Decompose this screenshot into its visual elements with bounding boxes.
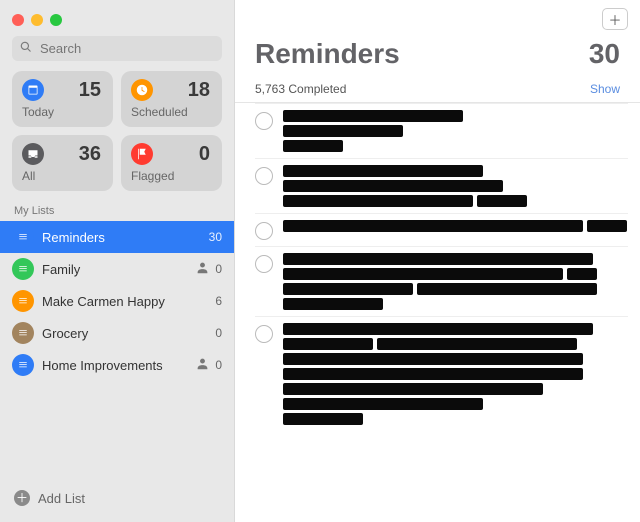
list-count: 30 <box>209 230 222 244</box>
list-count: 0 <box>215 358 222 372</box>
reminder-item[interactable] <box>255 246 628 316</box>
list-row-family[interactable]: Family 0 <box>0 253 234 285</box>
list-icon <box>12 322 34 344</box>
reminder-item[interactable] <box>255 316 628 431</box>
reminder-checkbox[interactable] <box>255 255 273 273</box>
list-name: Home Improvements <box>42 358 188 373</box>
window-controls <box>0 8 234 36</box>
show-completed-button[interactable]: Show <box>590 82 620 96</box>
sidebar-lists: Reminders 30 Family 0 Make Carmen Happy … <box>0 221 234 482</box>
completed-count-label: 5,763 Completed <box>255 82 346 96</box>
list-title: Reminders <box>255 38 400 70</box>
reminder-checkbox[interactable] <box>255 112 273 130</box>
minimize-window-button[interactable] <box>31 14 43 26</box>
smart-all[interactable]: 36 All <box>12 135 113 191</box>
close-window-button[interactable] <box>12 14 24 26</box>
shared-icon <box>196 357 209 373</box>
app-window: 15 Today 18 Scheduled 36 All <box>0 0 640 522</box>
list-name: Reminders <box>42 230 201 245</box>
smart-today[interactable]: 15 Today <box>12 71 113 127</box>
list-row-reminders[interactable]: Reminders 30 <box>0 221 234 253</box>
list-icon <box>12 258 34 280</box>
smart-scheduled-label: Scheduled <box>131 105 212 119</box>
sidebar-section-title: My Lists <box>0 201 234 221</box>
reminder-items <box>235 103 640 522</box>
search-icon <box>20 41 38 56</box>
plus-icon: ＋ <box>14 490 30 506</box>
list-row-make-carmen-happy[interactable]: Make Carmen Happy 6 <box>0 285 234 317</box>
list-name: Grocery <box>42 326 207 341</box>
reminder-content-redacted <box>283 110 628 152</box>
reminder-checkbox[interactable] <box>255 222 273 240</box>
shared-icon <box>196 261 209 277</box>
plus-icon: ＋ <box>608 10 621 29</box>
search-field[interactable] <box>12 36 222 61</box>
toolbar: ＋ <box>235 0 640 34</box>
smart-all-count: 36 <box>79 143 101 166</box>
reminder-item[interactable] <box>255 158 628 213</box>
smart-scheduled-count: 18 <box>188 79 210 102</box>
tray-icon <box>22 143 44 165</box>
zoom-window-button[interactable] <box>50 14 62 26</box>
reminder-item[interactable] <box>255 103 628 158</box>
list-icon <box>12 290 34 312</box>
reminder-content-redacted <box>283 323 628 425</box>
list-row-grocery[interactable]: Grocery 0 <box>0 317 234 349</box>
smart-lists: 15 Today 18 Scheduled 36 All <box>0 71 234 201</box>
smart-all-label: All <box>22 169 103 183</box>
add-list-label: Add List <box>38 491 85 506</box>
reminder-content-redacted <box>283 165 628 207</box>
clock-icon <box>131 79 153 101</box>
add-list-button[interactable]: ＋ Add List <box>0 482 234 514</box>
list-count: 0 <box>215 262 222 276</box>
add-reminder-button[interactable]: ＋ <box>602 8 628 30</box>
calendar-icon <box>22 79 44 101</box>
reminder-checkbox[interactable] <box>255 167 273 185</box>
list-count: 0 <box>215 326 222 340</box>
reminder-checkbox[interactable] <box>255 325 273 343</box>
list-icon <box>12 226 34 248</box>
reminder-content-redacted <box>283 253 628 310</box>
smart-today-label: Today <box>22 105 103 119</box>
smart-flagged-count: 0 <box>199 143 210 166</box>
list-total-count: 30 <box>589 38 620 70</box>
list-name: Make Carmen Happy <box>42 294 207 309</box>
smart-today-count: 15 <box>79 79 101 102</box>
main-pane: ＋ Reminders 30 5,763 Completed Show <box>235 0 640 522</box>
reminder-content-redacted <box>283 220 628 232</box>
completed-bar: 5,763 Completed Show <box>235 72 640 102</box>
list-row-home-improvements[interactable]: Home Improvements 0 <box>0 349 234 381</box>
reminder-item[interactable] <box>255 213 628 246</box>
smart-flagged-label: Flagged <box>131 169 212 183</box>
sidebar: 15 Today 18 Scheduled 36 All <box>0 0 235 522</box>
list-count: 6 <box>215 294 222 308</box>
search-input[interactable] <box>38 40 214 57</box>
list-header: Reminders 30 <box>235 34 640 72</box>
smart-flagged[interactable]: 0 Flagged <box>121 135 222 191</box>
flag-icon <box>131 143 153 165</box>
list-icon <box>12 354 34 376</box>
list-name: Family <box>42 262 188 277</box>
smart-scheduled[interactable]: 18 Scheduled <box>121 71 222 127</box>
